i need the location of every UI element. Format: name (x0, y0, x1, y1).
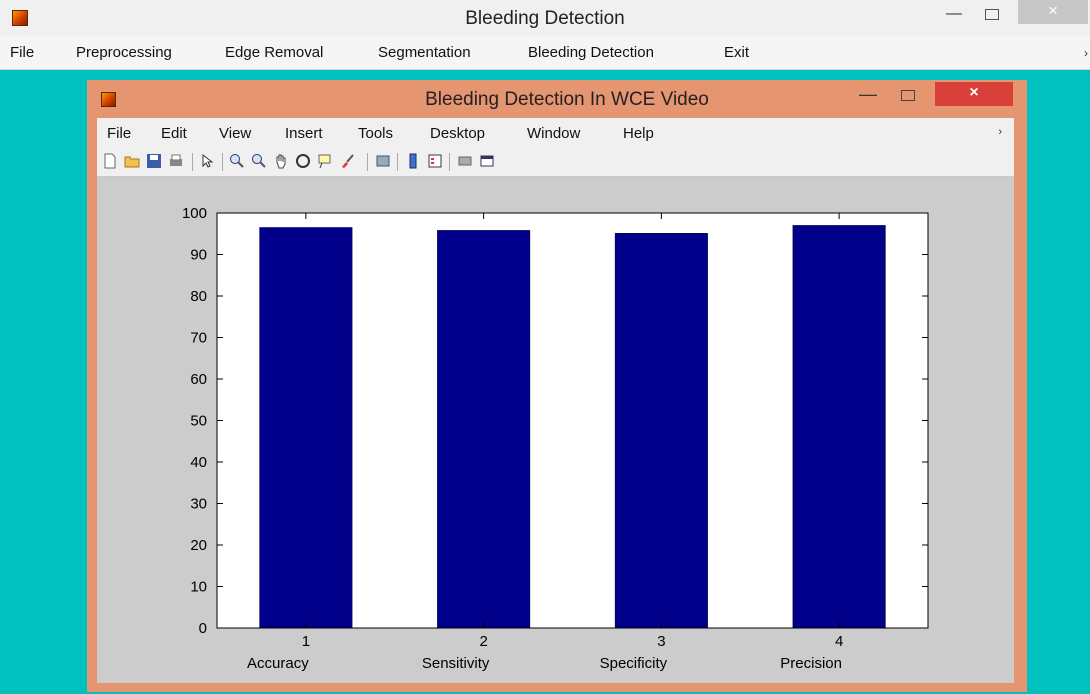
y-tick-label: 60 (190, 371, 207, 388)
menu-overflow-icon[interactable]: › (1084, 46, 1088, 60)
menu-preprocessing[interactable]: Preprocessing (76, 44, 172, 61)
outer-menu-bar: File Preprocessing Edge Removal Segmenta… (0, 36, 1090, 70)
y-tick-label: 100 (182, 205, 207, 222)
y-tick-label: 40 (190, 454, 207, 471)
menu-bleeding-detection[interactable]: Bleeding Detection (528, 44, 654, 61)
link-plot-icon[interactable] (375, 153, 391, 169)
fig-menu-desktop[interactable]: Desktop (430, 125, 485, 142)
zoom-out-icon[interactable] (251, 153, 267, 169)
show-tools-icon[interactable] (479, 153, 495, 169)
outer-window-title: Bleeding Detection (465, 8, 625, 29)
y-tick-label: 20 (190, 537, 207, 554)
minimize-button[interactable]: — (940, 4, 968, 26)
colorbar-icon[interactable] (405, 153, 421, 169)
x-tick-label: 2 (479, 633, 487, 650)
data-cursor-icon[interactable] (317, 153, 333, 169)
x-category-name: Sensitivity (422, 655, 490, 672)
fig-menu-help[interactable]: Help (623, 125, 654, 142)
zoom-in-icon[interactable] (229, 153, 245, 169)
menu-exit[interactable]: Exit (724, 44, 749, 61)
maximize-icon (901, 90, 915, 101)
y-tick-label: 80 (190, 288, 207, 305)
close-button[interactable]: × (1018, 0, 1088, 24)
bar (792, 225, 886, 629)
maximize-icon (985, 9, 999, 20)
y-tick-label: 30 (190, 496, 207, 513)
figure-toolbar (97, 148, 1014, 177)
menu-segmentation[interactable]: Segmentation (378, 44, 471, 61)
brush-icon[interactable] (339, 153, 355, 169)
figure-menu-bar: File Edit View Insert Tools Desktop Wind… (97, 118, 1014, 148)
x-category-name: Specificity (600, 655, 668, 672)
rotate-3d-icon[interactable] (295, 153, 311, 169)
bar (259, 227, 353, 629)
x-tick-label: 3 (657, 633, 665, 650)
fig-menu-edit[interactable]: Edit (161, 125, 187, 142)
x-tick-label: 1 (302, 633, 310, 650)
toolbar-separator (449, 153, 450, 171)
fig-menu-insert[interactable]: Insert (285, 125, 323, 142)
print-icon[interactable] (168, 153, 184, 169)
figure-window: Bleeding Detection In WCE Video — × File… (87, 80, 1027, 692)
figure-maximize-button[interactable] (895, 84, 921, 106)
y-tick-label: 0 (199, 620, 207, 637)
menu-file[interactable]: File (10, 44, 34, 61)
toolbar-separator (192, 153, 193, 171)
fig-menu-overflow-icon[interactable]: › (998, 126, 1002, 138)
x-tick-label: 4 (835, 633, 843, 650)
open-file-icon[interactable] (124, 153, 140, 169)
figure-close-button[interactable]: × (935, 82, 1013, 106)
x-category-name: Precision (780, 655, 842, 672)
hide-tools-icon[interactable] (457, 153, 473, 169)
y-tick-label: 90 (190, 247, 207, 264)
bar (437, 230, 531, 629)
fig-menu-window[interactable]: Window (527, 125, 580, 142)
outer-title-bar: Bleeding Detection — × (0, 0, 1090, 36)
y-tick-label: 10 (190, 579, 207, 596)
figure-window-title: Bleeding Detection In WCE Video (425, 89, 709, 110)
figure-minimize-button[interactable]: — (855, 84, 881, 106)
bar-chart: 0 10 20 30 40 50 60 70 80 90 100 1 Accuracy 2 Sensitiv… (182, 205, 929, 672)
menu-edge-removal[interactable]: Edge Removal (225, 44, 323, 61)
save-icon[interactable] (146, 153, 162, 169)
pan-icon[interactable] (273, 153, 289, 169)
bar (614, 233, 708, 629)
y-tick-label: 50 (190, 413, 207, 430)
toolbar-separator (367, 153, 368, 171)
figure-canvas: 0 10 20 30 40 50 60 70 80 90 100 1 Accuracy 2 Sensitiv… (97, 177, 1014, 683)
toolbar-separator (222, 153, 223, 171)
edit-plot-icon[interactable] (199, 153, 215, 169)
x-category-name: Accuracy (247, 655, 309, 672)
maximize-button[interactable] (978, 4, 1006, 26)
y-tick-label: 70 (190, 330, 207, 347)
fig-menu-tools[interactable]: Tools (358, 125, 393, 142)
fig-menu-view[interactable]: View (219, 125, 251, 142)
new-figure-icon[interactable] (102, 153, 118, 169)
fig-menu-file[interactable]: File (107, 125, 131, 142)
toolbar-separator (397, 153, 398, 171)
legend-icon[interactable] (427, 153, 443, 169)
